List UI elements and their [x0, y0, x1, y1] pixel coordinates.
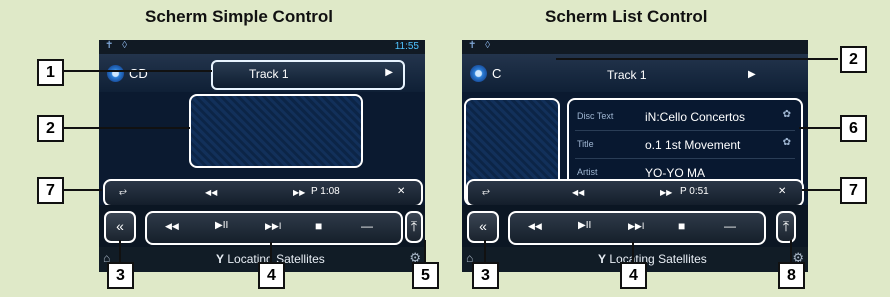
callout-7-left: 7 [37, 177, 64, 204]
leader-line-2-right [556, 58, 838, 60]
cd-disc-icon[interactable] [470, 65, 487, 82]
leader-line-4-left [270, 242, 272, 262]
callout-3-right: 3 [472, 262, 499, 289]
callout-2-right: 2 [840, 46, 867, 73]
source-label: C [492, 66, 502, 81]
leader-line-6 [799, 127, 841, 129]
eject-button[interactable]: ⤒ [776, 211, 796, 243]
ffwd-icon: ▶▶ [293, 188, 306, 197]
status-bar: ✝ ◊ [462, 40, 808, 54]
ffwd-icon: ▶▶ [660, 188, 673, 197]
simple-control-title: Scherm Simple Control [145, 7, 333, 26]
stop-button[interactable]: ■ [315, 219, 322, 233]
playback-bar[interactable]: ⥂ ◀◀ ▶▶ P 1:08 ✕ [103, 179, 423, 207]
play-arrow-icon: ▶ [385, 67, 393, 78]
status-bar: ✝ ◊ 11:55 [99, 40, 425, 54]
callout-7-right: 7 [840, 177, 867, 204]
track-info-button[interactable]: Track 1 ▶ [211, 60, 405, 90]
leader-line-8 [790, 240, 792, 262]
callout-3-left: 3 [107, 262, 134, 289]
source-label: CD [129, 66, 148, 81]
control-button-group: ◀◀ ▶II ▶▶I ■ — [508, 211, 766, 245]
leader-line-7-left [62, 189, 102, 191]
control-row: « ◀◀ ▶II ▶▶I ■ — ⤒ [99, 205, 425, 247]
eject-button[interactable]: ⤒ [405, 211, 423, 243]
info-value: iN:Cello Concertos [645, 110, 746, 124]
leader-line-4-right [632, 242, 634, 262]
info-row-disc-text: Disc Text iN:Cello Concertos ✿ [575, 104, 795, 131]
control-button-group: ◀◀ ▶II ▶▶I ■ — [145, 211, 403, 245]
artwork-area[interactable] [189, 94, 363, 168]
callout-8: 8 [778, 262, 805, 289]
cd-disc-icon[interactable] [107, 65, 124, 82]
previous-button[interactable]: ◀◀ [165, 221, 179, 232]
track-label[interactable]: Track 1 [607, 68, 647, 82]
list-control-screen: ✝ ◊ C Track 1 ▶ Disc Text iN:Cello Conce… [462, 40, 808, 272]
leader-line-3-right [484, 240, 486, 262]
status-icons: ✝ ◊ [468, 40, 494, 51]
simple-control-screen: ✝ ◊ 11:55 CD Track 1 ▶ ⥂ ◀◀ ▶▶ P 1:08 ✕ … [99, 40, 425, 272]
play-time: P 1:08 [311, 186, 340, 197]
info-key: Artist [577, 167, 598, 177]
nav-status[interactable]: Y Locating Satellites [598, 252, 707, 266]
repeat-icon[interactable]: ⥂ [119, 186, 127, 197]
leader-line-1 [62, 70, 212, 72]
leader-line-5 [424, 240, 426, 262]
scroll-icon[interactable]: ✿ [783, 137, 791, 148]
nav-arrow-icon: Y [216, 252, 225, 266]
status-icons: ✝ ◊ [105, 40, 131, 51]
dash-button[interactable]: — [361, 219, 373, 233]
nav-arrow-icon: Y [598, 252, 607, 266]
callout-4-right: 4 [620, 262, 647, 289]
playback-bar[interactable]: ⥂ ◀◀ ▶▶ P 0:51 ✕ [466, 179, 804, 207]
callout-2-left: 2 [37, 115, 64, 142]
info-key: Title [577, 139, 594, 149]
scroll-icon[interactable]: ✿ [783, 109, 791, 120]
list-control-title: Scherm List Control [545, 7, 708, 26]
back-button[interactable]: « [104, 211, 136, 243]
callout-6: 6 [840, 115, 867, 142]
shuffle-icon[interactable]: ✕ [778, 186, 786, 197]
stop-button[interactable]: ■ [678, 219, 685, 233]
dash-button[interactable]: — [724, 219, 736, 233]
next-button[interactable]: ▶▶I [265, 221, 281, 232]
clock: 11:55 [394, 41, 419, 52]
leader-line-3-left [119, 240, 121, 262]
source-row: CD Track 1 ▶ [99, 54, 425, 92]
back-button[interactable]: « [467, 211, 499, 243]
previous-button[interactable]: ◀◀ [528, 221, 542, 232]
control-row: « ◀◀ ▶II ▶▶I ■ — ⤒ [462, 205, 808, 247]
play-pause-button[interactable]: ▶II [578, 220, 591, 231]
callout-4-left: 4 [258, 262, 285, 289]
repeat-icon[interactable]: ⥂ [482, 186, 490, 197]
track-label: Track 1 [249, 67, 289, 81]
leader-line-2-left [62, 127, 190, 129]
next-button[interactable]: ▶▶I [628, 221, 644, 232]
callout-5: 5 [412, 262, 439, 289]
info-value: o.1 1st Movement [645, 138, 741, 152]
info-row-title: Title o.1 1st Movement ✿ [575, 132, 795, 159]
rewind-icon: ◀◀ [205, 188, 218, 197]
callout-1: 1 [37, 59, 64, 86]
play-arrow-icon: ▶ [748, 69, 756, 80]
info-key: Disc Text [577, 111, 614, 121]
play-pause-button[interactable]: ▶II [215, 220, 228, 231]
leader-line-7-right [802, 189, 842, 191]
play-time: P 0:51 [680, 186, 709, 197]
shuffle-icon[interactable]: ✕ [397, 186, 405, 197]
rewind-icon: ◀◀ [572, 188, 585, 197]
info-value: YO-YO MA [645, 166, 706, 180]
